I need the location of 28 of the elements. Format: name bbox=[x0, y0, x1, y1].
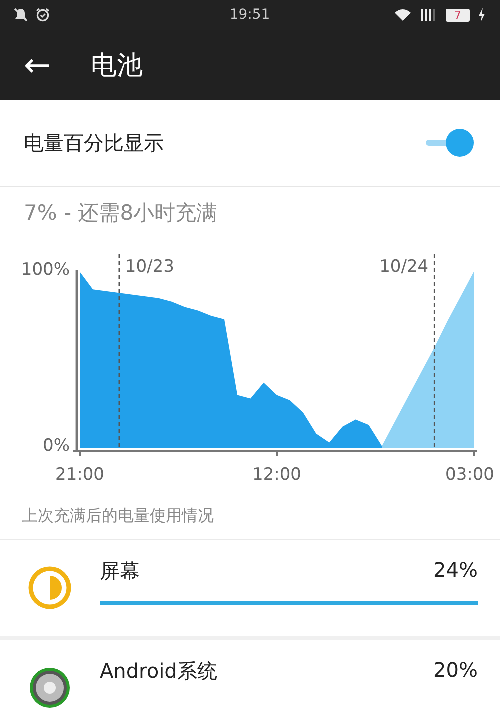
axis-label: 12:00 bbox=[252, 465, 302, 485]
charging-icon bbox=[478, 8, 486, 22]
date-label: 10/24 bbox=[380, 257, 429, 277]
alarm-icon bbox=[36, 8, 50, 22]
axis-label: 0% bbox=[43, 436, 70, 456]
signal-icon bbox=[420, 8, 438, 22]
notifications-off-icon bbox=[14, 8, 28, 22]
usage-percent: 20% bbox=[434, 658, 478, 684]
toggle-switch[interactable] bbox=[426, 128, 474, 158]
battery-summary: 7% - 还需8小时充满 bbox=[23, 200, 219, 227]
battery-level: 7 bbox=[454, 10, 462, 20]
setting-label: 电量百分比显示 bbox=[24, 130, 164, 156]
usage-percent: 24% bbox=[434, 558, 478, 584]
back-button[interactable]: ← bbox=[20, 49, 55, 81]
axis-label: 03:00 bbox=[446, 465, 494, 485]
usage-list-item[interactable]: 屏幕 24% bbox=[0, 540, 500, 640]
axis-label: 21:00 bbox=[56, 465, 104, 485]
usage-list-item[interactable]: Android系统 20% bbox=[0, 640, 500, 711]
date-label: 10/23 bbox=[125, 257, 174, 277]
axis-label: 100% bbox=[21, 260, 70, 280]
wifi-icon bbox=[394, 8, 412, 22]
app-name: 屏幕 bbox=[100, 558, 140, 585]
disc-icon bbox=[28, 666, 72, 710]
app-name: Android系统 bbox=[100, 658, 218, 685]
screen-title: 电池 bbox=[90, 50, 143, 82]
clock-time: 19:51 bbox=[230, 7, 270, 23]
half-circle-icon bbox=[28, 566, 72, 610]
section-caption: 上次充满后的电量使用情况 bbox=[0, 490, 500, 540]
